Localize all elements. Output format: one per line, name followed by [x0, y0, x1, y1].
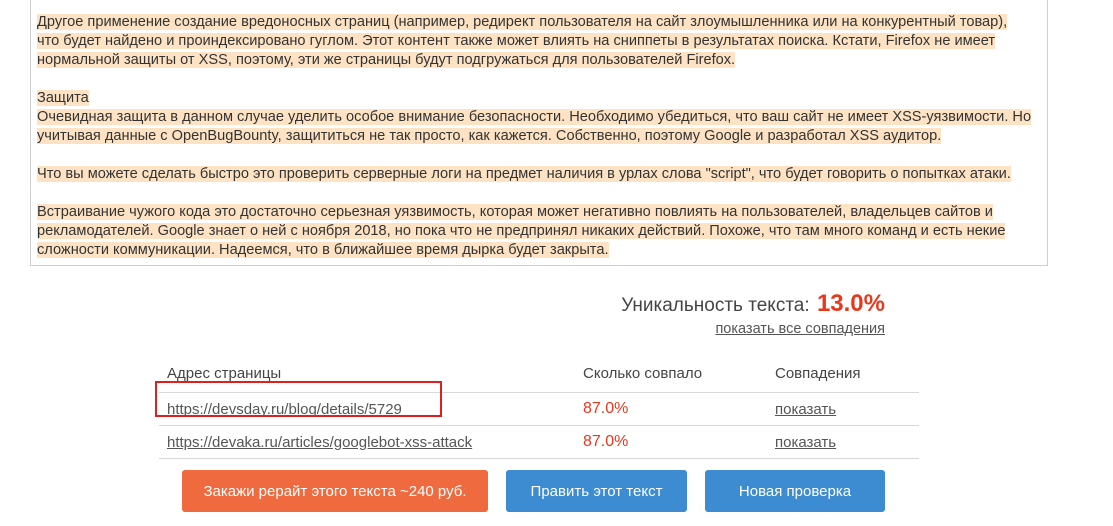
uniqueness-value: 13.0%	[816, 290, 885, 317]
edit-text-button[interactable]: Править этот текст	[506, 470, 687, 512]
table-header-row: Адрес страницы Сколько совпало Совпадени…	[159, 344, 919, 393]
uniqueness-summary: Уникальность текста: 13.0% показать все …	[621, 290, 885, 337]
match-url-link[interactable]: https://devsday.ru/blog/details/5729	[167, 401, 402, 418]
paragraph-4: Встраивание чужого кода это достаточно с…	[37, 203, 1041, 260]
table-row: https://devsday.ru/blog/details/5729 87.…	[159, 392, 919, 426]
url-cell: https://devaka.ru/articles/googlebot-xss…	[159, 425, 575, 459]
order-rewrite-button[interactable]: Закажи рерайт этого текста ~240 руб.	[182, 470, 488, 512]
match-url-link[interactable]: https://devaka.ru/articles/googlebot-xss…	[167, 434, 472, 451]
matches-table: Адрес страницы Сколько совпало Совпадени…	[159, 344, 919, 459]
matched-percent: 87.0%	[575, 425, 767, 459]
paragraph-text: Другое применение создание вредоносных с…	[37, 14, 1008, 30]
paragraph-1: Другое применение создание вредоносных с…	[37, 13, 1041, 70]
column-header-url: Адрес страницы	[159, 344, 575, 393]
column-header-matched: Сколько совпало	[575, 344, 767, 393]
show-match-link[interactable]: показать	[775, 401, 836, 418]
table-row: https://devaka.ru/articles/googlebot-xss…	[159, 425, 919, 459]
paragraph-text: нормальной защиты от XSS, поэтому, эти ж…	[37, 52, 736, 68]
show-all-matches-link[interactable]: показать все совпадения	[621, 321, 885, 337]
paragraph-text: рекламодателей. Google знает о ней с ноя…	[37, 223, 1006, 239]
uniqueness-label: Уникальность текста:	[621, 295, 810, 316]
new-check-button[interactable]: Новая проверка	[705, 470, 885, 512]
url-cell: https://devsday.ru/blog/details/5729	[159, 392, 575, 426]
paragraph-text: что будет найдено и проиндексировано гуг…	[37, 33, 996, 49]
show-cell: показать	[767, 425, 919, 459]
paragraph-text: Встраивание чужого кода это достаточно с…	[37, 204, 993, 220]
matched-percent: 87.0%	[575, 392, 767, 426]
show-cell: показать	[767, 392, 919, 426]
uniqueness-line: Уникальность текста: 13.0%	[621, 290, 885, 320]
checked-text-panel: Другое применение создание вредоносных с…	[30, 0, 1048, 266]
paragraph-text: Очевидная защита в данном случае уделить…	[37, 109, 1032, 125]
column-header-matches: Совпадения	[767, 344, 919, 393]
show-match-link[interactable]: показать	[775, 434, 836, 451]
paragraph-text: Что вы можете сделать быстро это провери…	[37, 166, 1011, 182]
paragraph-text: сложности коммуникации. Надеемся, что в …	[37, 242, 609, 258]
paragraph-text: учитывая данные с OpenBugBounty, защитит…	[37, 128, 942, 144]
paragraph-2: Защита Очевидная защита в данном случае …	[37, 89, 1041, 146]
paragraph-3: Что вы можете сделать быстро это провери…	[37, 165, 1041, 184]
section-heading: Защита	[37, 90, 89, 106]
